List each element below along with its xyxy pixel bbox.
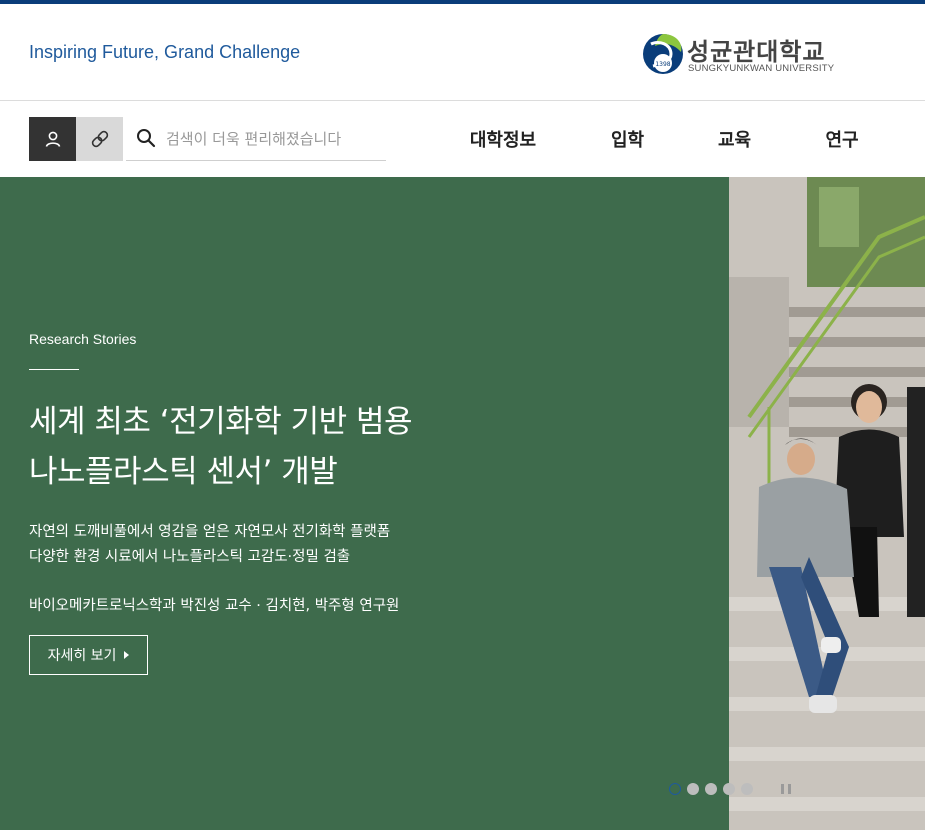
hero-byline: 바이오메카트로닉스학과 박진성 교수 · 김치현, 박주형 연구원: [29, 598, 400, 614]
play-arrow-icon: [124, 651, 130, 659]
slide-dot-2[interactable]: [687, 783, 699, 795]
search-icon[interactable]: [136, 128, 156, 148]
nav-item-research[interactable]: 연구: [780, 117, 904, 161]
nav-item-education[interactable]: 교육: [689, 117, 780, 161]
hero-title-line-1: 세계 최초 ‘전기화학 기반 범용: [29, 404, 413, 440]
hero-divider: [29, 369, 79, 370]
nav-item-admissions[interactable]: 입학: [566, 117, 689, 161]
slide-pager: [669, 782, 791, 796]
logo-korean-name: 성균관대학교: [687, 38, 826, 66]
main-navigation: 대학정보 입학 교육 연구: [440, 117, 904, 161]
link-icon: [91, 130, 108, 148]
pause-icon[interactable]: [781, 784, 791, 794]
login-button[interactable]: [29, 117, 76, 161]
hero-title: 세계 최초 ‘전기화학 기반 범용 나노플라스틱 센서’ 개발: [29, 397, 489, 497]
utility-bar: 대학정보 입학 교육 연구: [0, 102, 925, 177]
site-header: Inspiring Future, Grand Challenge 1398 성…: [0, 4, 925, 101]
hero-description-line-2: 다양한 환경 시료에서 나노플라스틱 고감도·정밀 검출: [29, 549, 351, 565]
slide-dot-4[interactable]: [723, 783, 735, 795]
logo-year: 1398: [655, 61, 670, 68]
hero-description-line-1: 자연의 도깨비풀에서 영감을 얻은 자연모사 전기화학 플랫폼: [29, 524, 391, 540]
university-logo[interactable]: 1398 성균관대학교 SUNGKYUNKWAN UNIVERSITY: [641, 30, 841, 82]
hero-banner: Research Stories 세계 최초 ‘전기화학 기반 범용 나노플라스…: [0, 177, 925, 830]
university-emblem-icon: 1398: [643, 34, 683, 74]
logo-english-name: SUNGKYUNKWAN UNIVERSITY: [688, 63, 835, 74]
slide-dot-3[interactable]: [705, 783, 717, 795]
hero-description: 자연의 도깨비풀에서 영감을 얻은 자연모사 전기화학 플랫폼 다양한 환경 시…: [29, 520, 390, 570]
hero-title-line-2: 나노플라스틱 센서’ 개발: [29, 454, 338, 490]
header-slogan: Inspiring Future, Grand Challenge: [29, 42, 301, 62]
slide-dot-5[interactable]: [741, 783, 753, 795]
hero-photo: [729, 177, 925, 830]
view-more-label: 자세히 보기: [47, 648, 117, 664]
nav-item-university-info[interactable]: 대학정보: [440, 117, 566, 161]
hero-kicker: Research Stories: [29, 331, 137, 347]
search-input[interactable]: [166, 125, 381, 153]
slide-dot-1[interactable]: [669, 783, 681, 795]
user-icon: [45, 131, 60, 147]
search-box: [126, 117, 386, 161]
quick-links-button[interactable]: [76, 117, 123, 161]
view-more-button[interactable]: 자세히 보기: [29, 635, 148, 675]
